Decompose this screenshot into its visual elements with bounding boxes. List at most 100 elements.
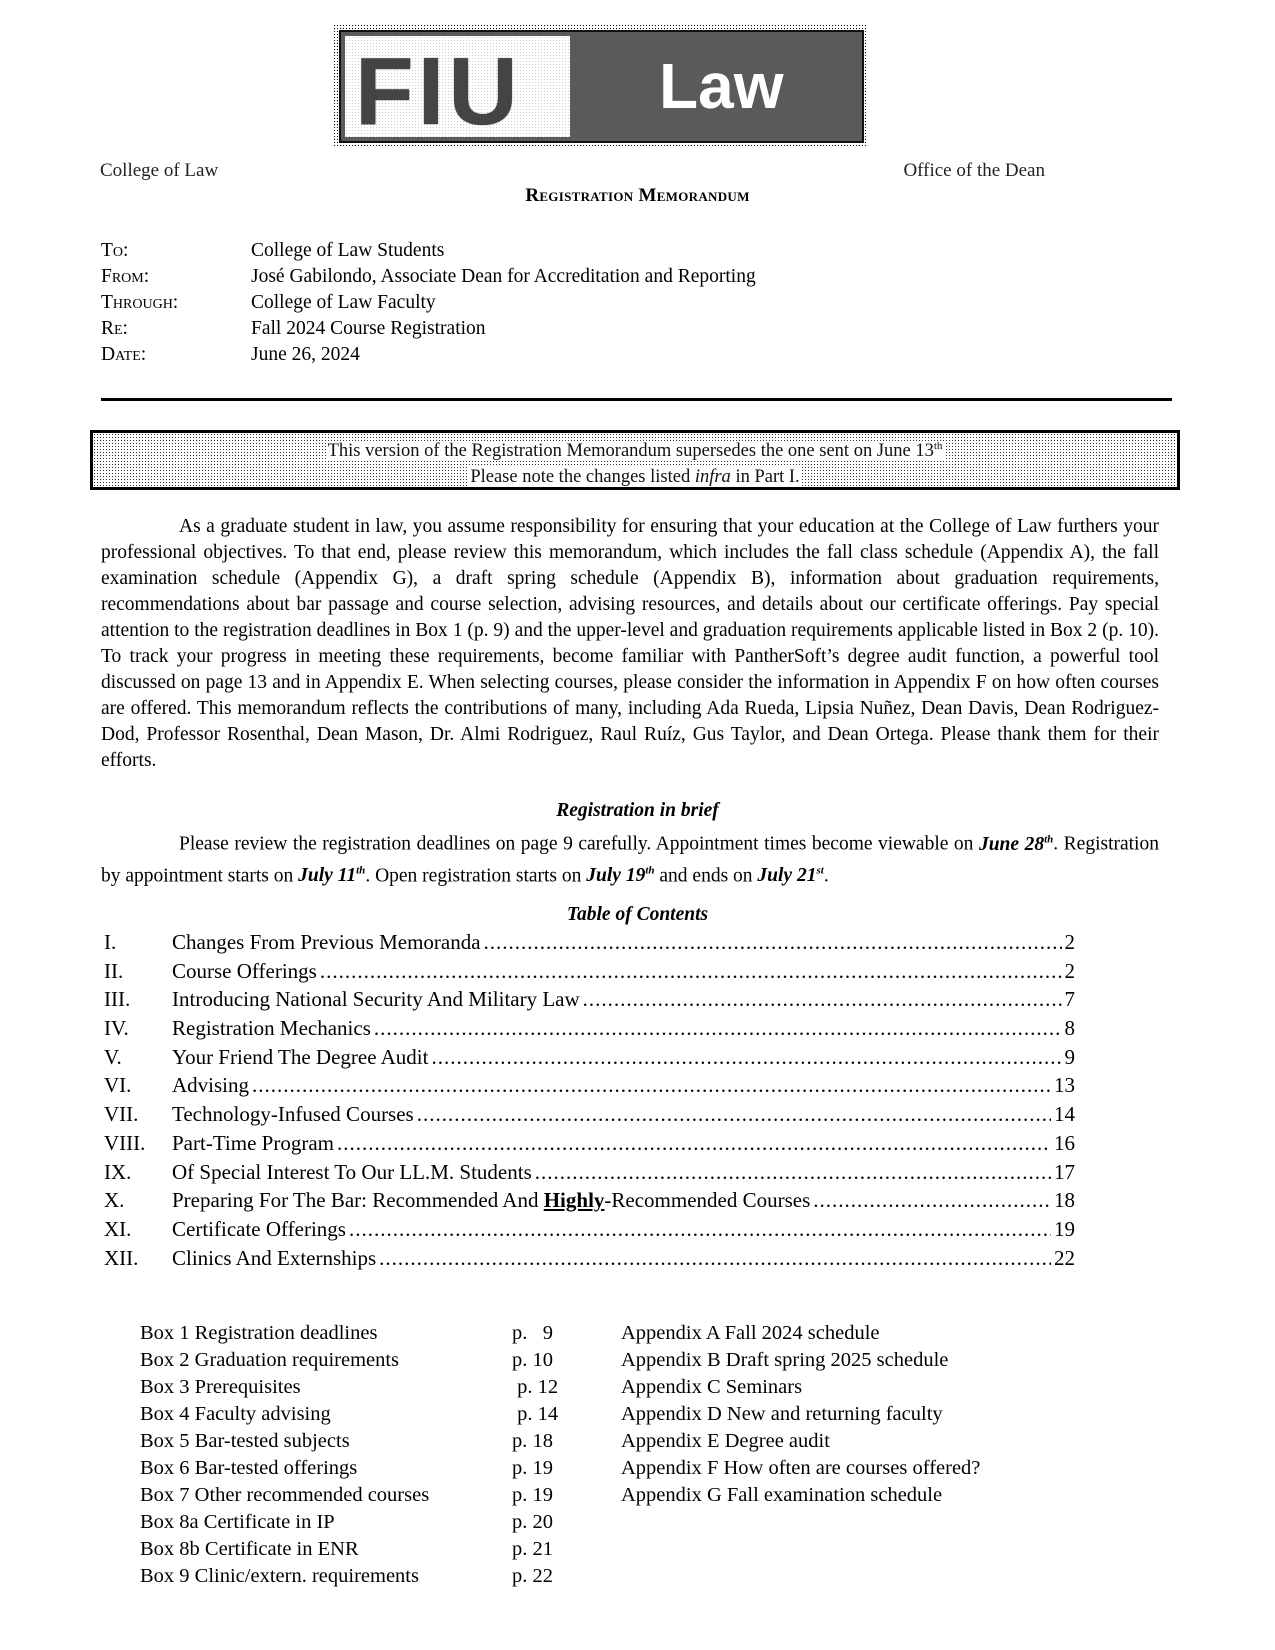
toc-num: IX. <box>104 1159 132 1184</box>
toc-page: 2 <box>1064 930 1076 954</box>
toc-item[interactable]: III. Introducing National Security And Mi… <box>104 987 1075 1016</box>
box-page: p. 14 <box>512 1403 559 1425</box>
memo-value: June 26, 2024 <box>251 344 360 365</box>
box-item: Box 6 Bar-tested offerings p. 19 <box>140 1455 620 1482</box>
memo-label: Re: <box>101 318 128 339</box>
logo-fiu-text: FIU <box>355 38 522 145</box>
memo-value: College of Law Students <box>251 240 445 261</box>
brief-text: . <box>823 865 829 886</box>
toc-item[interactable]: VI. Advising 13 <box>104 1073 1075 1102</box>
toc-title: Your Friend The Degree Audit <box>172 1044 429 1069</box>
toc-leader <box>252 1073 1051 1098</box>
brief-heading: Registration in brief <box>556 800 719 821</box>
toc-num: VIII. <box>104 1130 146 1155</box>
box-page: p. 18 <box>512 1430 553 1452</box>
toc-num: IV. <box>104 1016 129 1041</box>
appendix-item: Appendix G Fall examination schedule <box>621 1484 943 1506</box>
toc-page: 8 <box>1064 1016 1076 1041</box>
notice-line-1-text: This version of the Registration Memoran… <box>327 441 934 462</box>
toc-num: II. <box>104 958 124 983</box>
toc-item[interactable]: II. Course Offerings 2 <box>104 959 1075 988</box>
toc-title: Course Offerings <box>172 958 317 983</box>
toc-title: Part-Time Program <box>172 1130 334 1155</box>
toc-title-pre: Preparing For The Bar: Recommended And <box>172 1188 544 1213</box>
brief-paragraph: Please review the registration deadlines… <box>101 826 1159 889</box>
box-page: p. 21 <box>512 1538 553 1560</box>
box-item: Box 4 Faculty advising p. 14 <box>140 1401 620 1428</box>
toc-title: Of Special Interest To Our LL.M. Student… <box>172 1159 532 1184</box>
toc-heading: Table of Contents <box>566 904 709 925</box>
notice-infra: infra <box>694 467 731 488</box>
brief-sup: st <box>816 864 824 877</box>
box-label: Box 6 Bar-tested offerings <box>140 1457 358 1479</box>
box-label: Box 4 Faculty advising <box>140 1403 331 1425</box>
box-item: Box 9 Clinic/extern. requirements p. 22 <box>140 1563 620 1590</box>
memo-value: José Gabilondo, Associate Dean for Accre… <box>251 266 756 287</box>
toc-page: 9 <box>1064 1044 1076 1069</box>
toc-leader <box>349 1217 1051 1242</box>
box-label: Box 2 Graduation requirements <box>140 1349 400 1371</box>
toc-item[interactable]: I. Changes From Previous Memoranda 2 <box>104 930 1075 959</box>
toc-leader <box>813 1188 1051 1213</box>
logo-law-text: Law <box>659 50 784 122</box>
memo-value: College of Law Faculty <box>251 292 436 313</box>
toc-item[interactable]: V. Your Friend The Degree Audit 9 <box>104 1045 1075 1074</box>
box-label: Box 9 Clinic/extern. requirements <box>140 1565 419 1587</box>
toc-page: 14 <box>1054 1102 1075 1127</box>
box-label: Box 7 Other recommended courses <box>140 1484 430 1506</box>
toc-num: VI. <box>104 1073 132 1098</box>
toc-title: Technology-Infused Courses <box>172 1102 414 1127</box>
toc-leader <box>535 1160 1051 1185</box>
header-office: Office of the Dean <box>903 160 1045 181</box>
notice-line-2-post: in Part I. <box>730 467 800 488</box>
toc-leader <box>583 987 1062 1012</box>
horizontal-divider <box>101 398 1172 401</box>
toc-num: VII. <box>104 1102 139 1127</box>
memo-value: Fall 2024 Course Registration <box>251 318 486 339</box>
toc-item[interactable]: XI. Certificate Offerings 19 <box>104 1217 1075 1246</box>
memo-label: Through: <box>101 292 179 313</box>
appendix-item: Appendix B Draft spring 2025 schedule <box>621 1349 949 1371</box>
toc-page: 16 <box>1054 1130 1075 1155</box>
toc-title: Introducing National Security And Milita… <box>172 987 580 1012</box>
toc-item[interactable]: VIII. Part-Time Program 16 <box>104 1131 1075 1160</box>
toc-num: XII. <box>104 1245 139 1270</box>
toc-leader <box>337 1131 1051 1156</box>
box-page: p. 19 <box>512 1484 553 1506</box>
logo-fiu-panel: FIU <box>345 36 570 142</box>
box-label: Box 1 Registration deadlines <box>140 1322 378 1344</box>
box-page: p. 19 <box>512 1457 553 1479</box>
toc-item[interactable]: VII. Technology-Infused Courses 14 <box>104 1102 1075 1131</box>
box-label: Box 8a Certificate in IP <box>140 1511 335 1533</box>
toc-num: III. <box>104 987 131 1012</box>
intro-paragraph: As a graduate student in law, you assume… <box>101 516 1159 771</box>
memo-title: Registration Memorandum <box>525 185 750 206</box>
box-item: Box 8a Certificate in IP p. 20 <box>140 1509 620 1536</box>
toc-num: X. <box>104 1188 125 1213</box>
brief-sup: th <box>1044 833 1054 845</box>
notice-line-2: Please note the changes listed infra in … <box>468 467 802 488</box>
box-list: Box 1 Registration deadlines p. 9 Box 2 G… <box>140 1320 620 1590</box>
toc-page: 2 <box>1064 958 1076 983</box>
toc-page: 13 <box>1054 1073 1075 1098</box>
brief-date: July 11 <box>298 865 357 886</box>
brief-sup: th <box>356 864 366 877</box>
memo-label: From: <box>101 266 150 287</box>
toc-num: V. <box>104 1044 122 1069</box>
notice-line-1: This version of the Registration Memoran… <box>325 440 945 462</box>
toc-page: 7 <box>1064 987 1076 1012</box>
toc-page: 19 <box>1054 1216 1075 1241</box>
toc-item[interactable]: X. Preparing For The Bar: Recommended And… <box>104 1188 1075 1217</box>
toc-item[interactable]: XII. Clinics And Externships 22 <box>104 1246 1075 1275</box>
toc-leader <box>431 1045 1061 1070</box>
notice-sup: th <box>933 440 943 452</box>
box-page: p. 22 <box>512 1565 553 1587</box>
toc-title: Certificate Offerings <box>172 1216 346 1241</box>
toc-title: Registration Mechanics <box>172 1016 371 1041</box>
memo-label: To: <box>101 240 129 261</box>
toc-leader <box>379 1246 1051 1271</box>
toc-item[interactable]: IX. Of Special Interest To Our LL.M. Stud… <box>104 1160 1075 1189</box>
toc-item[interactable]: IV. Registration Mechanics 8 <box>104 1016 1075 1045</box>
box-item: Box 8b Certificate in ENR p. 21 <box>140 1536 620 1563</box>
toc-page: 17 <box>1054 1159 1075 1184</box>
